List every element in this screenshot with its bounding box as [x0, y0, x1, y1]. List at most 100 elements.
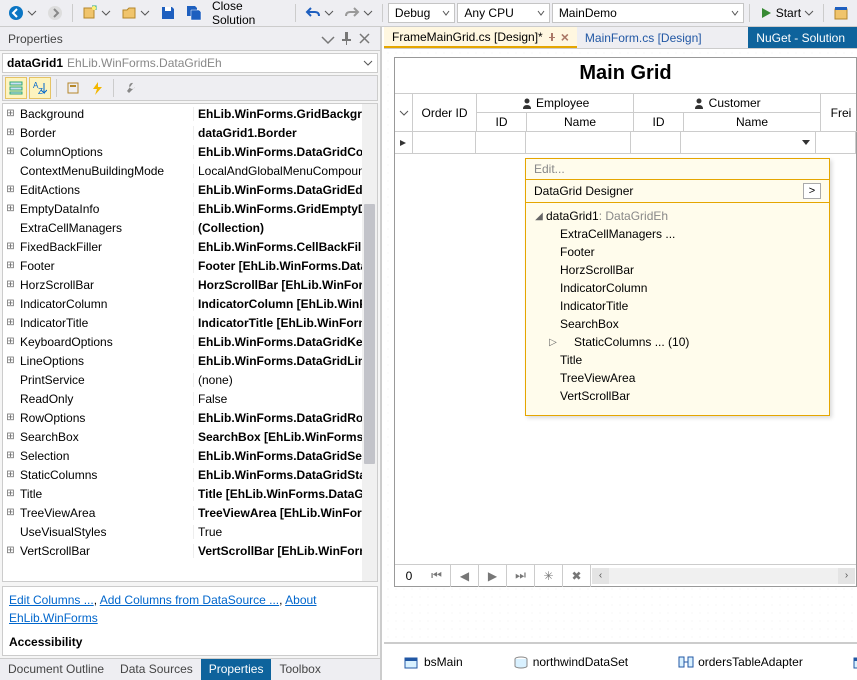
property-value[interactable]: EhLib.WinForms.DataGridStatic [193, 468, 377, 482]
tree-item[interactable]: ExtraCellManagers ... [532, 225, 823, 243]
tree-item[interactable]: HorzScrollBar [532, 261, 823, 279]
property-row[interactable]: ⊞RowOptionsEhLib.WinForms.DataGridRowO [3, 408, 377, 427]
object-selector[interactable]: dataGrid1EhLib.WinForms.DataGridEh [2, 53, 378, 73]
property-row[interactable]: ⊞BorderdataGrid1.Border [3, 123, 377, 142]
property-row[interactable]: ⊞IndicatorColumnIndicatorColumn [EhLib.W… [3, 294, 377, 313]
property-row[interactable]: ⊞VertScrollBarVertScrollBar [EhLib.WinFo… [3, 541, 377, 560]
config-combo[interactable]: Debug [388, 3, 456, 23]
col-employee[interactable]: Employee [477, 94, 634, 113]
col-frei[interactable]: Frei [821, 94, 857, 132]
property-value[interactable]: (none) [193, 373, 377, 387]
pager-first[interactable]: ⏮ [423, 565, 451, 587]
tree-item[interactable]: Footer [532, 243, 823, 261]
pager-delete[interactable]: ✖ [563, 565, 591, 587]
wrench-button[interactable] [119, 77, 141, 99]
expand-icon[interactable]: ⊞ [3, 469, 18, 480]
property-value[interactable]: IndicatorColumn [EhLib.WinFor [193, 297, 377, 311]
property-row[interactable]: ⊞FixedBackFillerEhLib.WinForms.CellBackF… [3, 237, 377, 256]
tree-item[interactable]: SearchBox [532, 315, 823, 333]
dropdown-arrow-icon[interactable] [801, 138, 811, 148]
col-cust-id[interactable]: ID [634, 113, 684, 132]
property-value[interactable]: HorzScrollBar [EhLib.WinForms [193, 278, 377, 292]
open-button[interactable] [117, 3, 154, 23]
expand-icon[interactable]: ⊞ [3, 317, 18, 328]
expand-icon[interactable]: ⊞ [3, 488, 18, 499]
scrollbar-thumb[interactable] [364, 204, 375, 464]
design-surface[interactable]: Main Grid Order ID Employee Customer Fre… [384, 49, 857, 642]
tab-nuget[interactable]: NuGet - Solution [748, 27, 857, 48]
col-emp-name[interactable]: Name [527, 113, 634, 132]
props-button[interactable] [62, 77, 84, 99]
expand-icon[interactable]: ⊞ [3, 507, 18, 518]
expand-icon[interactable]: ⊞ [3, 184, 18, 195]
panel-tab[interactable]: Document Outline [0, 659, 112, 680]
tray-component[interactable]: ordersTableAdapter [678, 655, 803, 669]
pin-icon[interactable] [547, 32, 557, 42]
property-row[interactable]: ⊞EmptyDataInfoEhLib.WinForms.GridEmptyDa… [3, 199, 377, 218]
window-menu-icon[interactable] [321, 31, 336, 46]
panel-tab[interactable]: Properties [201, 659, 272, 680]
save-all-button[interactable] [182, 3, 206, 23]
property-row[interactable]: ⊞SelectionEhLib.WinForms.DataGridSelec [3, 446, 377, 465]
expand-icon[interactable]: ⊞ [3, 203, 18, 214]
col-customer[interactable]: Customer [634, 94, 821, 113]
go-button[interactable]: > [803, 183, 821, 199]
close-icon[interactable]: × [561, 29, 569, 45]
property-value[interactable]: VertScrollBar [EhLib.WinForms. [193, 544, 377, 558]
expand-icon[interactable]: ⊞ [3, 127, 18, 138]
tree-item[interactable]: TreeViewArea [532, 369, 823, 387]
property-row[interactable]: ⊞TitleTitle [EhLib.WinForms.DataGrid [3, 484, 377, 503]
expand-icon[interactable]: ⊞ [3, 336, 18, 347]
property-value[interactable]: TreeViewArea [EhLib.WinForms [193, 506, 377, 520]
expand-icon[interactable]: ⊞ [3, 431, 18, 442]
pager-next[interactable]: ▶ [479, 565, 507, 587]
expand-icon[interactable]: ⊞ [3, 108, 18, 119]
new-project-button[interactable] [78, 3, 115, 23]
datagrid-control[interactable]: Main Grid Order ID Employee Customer Fre… [394, 57, 857, 587]
toolbox-button[interactable] [829, 3, 853, 23]
tray-component[interactable]: bsMain [404, 655, 463, 669]
expand-icon[interactable]: ⊞ [3, 545, 18, 556]
tray-component[interactable]: northwindDataSet [513, 655, 628, 669]
tree-item[interactable]: Title [532, 351, 823, 369]
property-value[interactable]: EhLib.WinForms.DataGridSelec [193, 449, 377, 463]
property-row[interactable]: ReadOnlyFalse [3, 389, 377, 408]
property-row[interactable]: ⊞TreeViewAreaTreeViewArea [EhLib.WinForm… [3, 503, 377, 522]
property-value[interactable]: EhLib.WinForms.GridBackgroun [193, 107, 377, 121]
tree-item[interactable]: IndicatorColumn [532, 279, 823, 297]
tree-item[interactable]: ▷StaticColumns ... (10) [532, 333, 823, 351]
property-value[interactable]: False [193, 392, 377, 406]
prop-scrollbar[interactable] [362, 104, 377, 581]
property-value[interactable]: LocalAndGlobalMenuCompound [193, 164, 377, 178]
property-value[interactable]: EhLib.WinForms.DataGridRowO [193, 411, 377, 425]
property-row[interactable]: ⊞LineOptionsEhLib.WinForms.DataGridLineO [3, 351, 377, 370]
expand-icon[interactable]: ⊞ [3, 260, 18, 271]
property-row[interactable]: ⊞HorzScrollBarHorzScrollBar [EhLib.WinFo… [3, 275, 377, 294]
smart-edit-link[interactable]: Edit... [526, 159, 829, 180]
horiz-scrollbar[interactable]: ‹ › [592, 568, 855, 584]
property-value[interactable]: SearchBox [EhLib.WinForms.Da [193, 430, 377, 444]
property-value[interactable]: Title [EhLib.WinForms.DataGrid [193, 487, 377, 501]
property-row[interactable]: ContextMenuBuildingModeLocalAndGlobalMen… [3, 161, 377, 180]
add-columns-link[interactable]: Add Columns from DataSource ... [100, 593, 279, 607]
close-icon[interactable] [357, 31, 372, 46]
col-cust-name[interactable]: Name [684, 113, 821, 132]
pager-last[interactable]: ⏭ [507, 565, 535, 587]
nav-back-button[interactable] [4, 3, 41, 23]
startup-combo[interactable]: MainDemo [552, 3, 744, 23]
property-row[interactable]: ⊞KeyboardOptionsEhLib.WinForms.DataGridK… [3, 332, 377, 351]
expand-icon[interactable]: ⊞ [3, 355, 18, 366]
property-row[interactable]: ⊞FooterFooter [EhLib.WinForms.DataGr [3, 256, 377, 275]
property-value[interactable]: EhLib.WinForms.DataGridKeybc [193, 335, 377, 349]
property-value[interactable]: IndicatorTitle [EhLib.WinForms. [193, 316, 377, 330]
tree-root[interactable]: ◢ dataGrid1: DataGridEh [532, 207, 823, 225]
tab-mainform[interactable]: MainForm.cs [Design] [577, 27, 710, 48]
close-solution-button[interactable]: Close Solution [208, 0, 290, 29]
expand-icon[interactable]: ⊞ [3, 412, 18, 423]
undo-button[interactable] [301, 3, 338, 23]
tray-component[interactable]: bsEm [853, 655, 857, 669]
save-button[interactable] [156, 3, 180, 23]
pin-icon[interactable] [339, 31, 354, 46]
events-button[interactable] [86, 77, 108, 99]
expand-icon[interactable]: ⊞ [3, 298, 18, 309]
